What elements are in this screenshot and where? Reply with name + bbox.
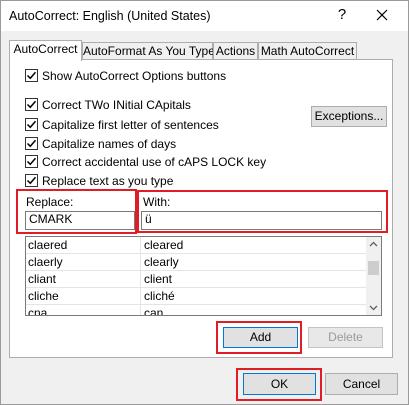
- with-label: With:: [143, 195, 171, 209]
- entry-replace: cliant: [28, 272, 57, 286]
- show-buttons-checkbox[interactable]: [25, 69, 38, 82]
- help-icon[interactable]: ?: [332, 5, 352, 25]
- ok-button[interactable]: OK: [243, 373, 316, 395]
- correct-two-initial-checkbox[interactable]: [25, 98, 38, 111]
- list-item[interactable]: cliche cliché: [26, 288, 366, 305]
- replace-input[interactable]: CMARK: [25, 211, 135, 230]
- entry-with: can: [144, 306, 164, 316]
- list-scrollbar[interactable]: [366, 237, 381, 315]
- scroll-thumb[interactable]: [368, 261, 379, 275]
- delete-button[interactable]: Delete: [308, 327, 383, 348]
- entry-replace: claerly: [28, 255, 63, 269]
- correct-two-initial-label: Correct TWo INitial CApitals: [42, 98, 191, 112]
- capitalize-days-label: Capitalize names of days: [42, 137, 177, 151]
- list-item[interactable]: cliant client: [26, 271, 366, 288]
- entry-with: cliché: [144, 289, 175, 303]
- entry-replace: claered: [28, 238, 68, 252]
- exceptions-button[interactable]: Exceptions...: [311, 106, 387, 127]
- caps-lock-label: Correct accidental use of cAPS LOCK key: [42, 155, 267, 169]
- with-input[interactable]: ü: [141, 211, 382, 230]
- capitalize-days-checkbox[interactable]: [25, 137, 38, 150]
- cancel-button[interactable]: Cancel: [325, 373, 398, 395]
- window-title: AutoCorrect: English (United States): [9, 9, 211, 23]
- entry-with: client: [144, 272, 173, 286]
- entry-replace: cliche: [28, 289, 59, 303]
- close-icon[interactable]: [369, 3, 395, 27]
- capitalize-first-letter-label: Capitalize first letter of sentences: [42, 118, 219, 132]
- entry-with: cleared: [144, 238, 184, 252]
- replace-text-label: Replace text as you type: [42, 174, 174, 188]
- add-button[interactable]: Add: [223, 327, 298, 348]
- entry-with: clearly: [144, 255, 179, 269]
- capitalize-first-letter-checkbox[interactable]: [25, 118, 38, 131]
- caps-lock-checkbox[interactable]: [25, 155, 38, 168]
- list-item[interactable]: claerly clearly: [26, 254, 366, 271]
- replace-text-checkbox[interactable]: [25, 174, 38, 187]
- list-item[interactable]: cna can: [26, 305, 366, 316]
- autocorrect-entries-list[interactable]: claered cleared claerly clearly cliant c…: [25, 236, 382, 316]
- scroll-up-icon[interactable]: [369, 240, 378, 249]
- entry-replace: cna: [28, 306, 48, 316]
- list-item[interactable]: claered cleared: [26, 237, 366, 254]
- show-buttons-label: Show AutoCorrect Options buttons: [42, 69, 227, 83]
- scroll-down-icon[interactable]: [369, 303, 378, 312]
- replace-label: Replace:: [26, 195, 74, 209]
- tab-autocorrect[interactable]: AutoCorrect: [9, 40, 82, 61]
